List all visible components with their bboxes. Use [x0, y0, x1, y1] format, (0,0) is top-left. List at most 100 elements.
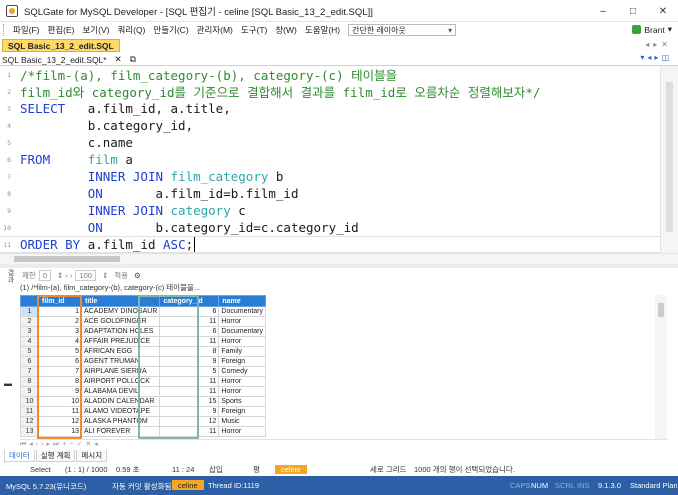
- column-header-film-id[interactable]: film_id: [38, 295, 82, 307]
- apply-button[interactable]: 적용: [114, 270, 128, 281]
- grid-vertical-scrollbar[interactable]: [655, 295, 667, 439]
- cell-name[interactable]: Horror: [218, 386, 267, 397]
- editor-line[interactable]: 1 /*film-(a), film_category-(b), category…: [0, 66, 660, 83]
- sql-editor[interactable]: 1 /*film-(a), film_category-(b), category…: [0, 66, 660, 253]
- table-row[interactable]: 3 3 ADAPTATION HOLES 6 Documentary: [20, 326, 267, 337]
- column-header-category-id[interactable]: category_id: [159, 295, 220, 307]
- new-tab-icon[interactable]: ⧉: [130, 54, 136, 65]
- cell-category-id[interactable]: 8: [159, 346, 220, 357]
- menu-help[interactable]: 도움말(H): [301, 24, 344, 36]
- cell-film-id[interactable]: 4: [38, 336, 82, 347]
- cell-name[interactable]: Music: [218, 416, 267, 427]
- cell-title[interactable]: AIRPORT POLLOCK: [80, 376, 161, 387]
- user-menu[interactable]: Brant ▾: [632, 24, 672, 35]
- page-size-input[interactable]: 100: [75, 269, 96, 281]
- table-row[interactable]: 2 2 ACE GOLDFINGER 11 Horror: [20, 316, 267, 327]
- gear-icon[interactable]: ⚙: [134, 271, 141, 280]
- menu-view[interactable]: 보기(V): [78, 24, 113, 36]
- code-text[interactable]: SELECT a.film_id, a.title,: [20, 101, 231, 116]
- code-text[interactable]: ON a.film_id=b.film_id: [20, 186, 299, 201]
- cell-title[interactable]: ACE GOLDFINGER: [80, 316, 161, 327]
- editor-line[interactable]: 9 INNER JOIN category c: [0, 202, 660, 219]
- document-tab[interactable]: SQL Basic_13_2_edit.SQL: [2, 39, 120, 52]
- row-number[interactable]: 13: [20, 426, 39, 437]
- editor-line[interactable]: 10 ON b.category_id=c.category_id: [0, 219, 660, 236]
- toolbar-grip[interactable]: [3, 24, 6, 36]
- code-text[interactable]: INNER JOIN category c: [20, 203, 246, 218]
- cell-name[interactable]: Comedy: [218, 366, 267, 377]
- code-text[interactable]: ON b.category_id=c.category_id: [20, 220, 359, 235]
- cell-title[interactable]: AGENT TRUMAN: [80, 356, 161, 367]
- table-row[interactable]: 5 5 AFRICAN EGG 8 Family: [20, 346, 267, 357]
- cell-category-id[interactable]: 15: [159, 396, 220, 407]
- cell-category-id[interactable]: 11: [159, 316, 220, 327]
- cell-title[interactable]: ALADDIN CALENDAR: [80, 396, 161, 407]
- row-number[interactable]: 9: [20, 386, 39, 397]
- tab-nav-controls[interactable]: ▾◂▸◫: [640, 53, 672, 62]
- code-text[interactable]: c.name: [20, 135, 133, 150]
- tab-execution-plan[interactable]: 실행 계획: [35, 450, 76, 462]
- code-text[interactable]: ORDER BY a.film_id ASC;: [20, 237, 196, 252]
- cell-film-id[interactable]: 8: [38, 376, 82, 387]
- menu-manager[interactable]: 관리자(M): [193, 24, 237, 36]
- row-number[interactable]: 10: [20, 396, 39, 407]
- scroll-thumb[interactable]: [666, 82, 673, 232]
- table-row[interactable]: 10 10 ALADDIN CALENDAR 15 Sports: [20, 396, 267, 407]
- row-number-header[interactable]: [20, 295, 39, 307]
- cell-film-id[interactable]: 7: [38, 366, 82, 377]
- cell-film-id[interactable]: 9: [38, 386, 82, 397]
- cell-film-id[interactable]: 10: [38, 396, 82, 407]
- cell-title[interactable]: AFRICAN EGG: [80, 346, 161, 357]
- cell-title[interactable]: AFFAIR PREJUDICE: [80, 336, 161, 347]
- cell-category-id[interactable]: 11: [159, 426, 220, 437]
- editor-line[interactable]: 8 ON a.film_id=b.film_id: [0, 185, 660, 202]
- cell-category-id[interactable]: 9: [159, 356, 220, 367]
- table-row[interactable]: 4 4 AFFAIR PREJUDICE 11 Horror: [20, 336, 267, 347]
- cell-name[interactable]: Family: [218, 346, 267, 357]
- row-number[interactable]: 5: [20, 346, 39, 357]
- editor-line[interactable]: 11 ORDER BY a.film_id ASC;: [0, 236, 660, 253]
- menu-window[interactable]: 창(W): [271, 24, 301, 36]
- cell-category-id[interactable]: 6: [159, 326, 220, 337]
- cell-title[interactable]: ALI FOREVER: [80, 426, 161, 437]
- editor-line[interactable]: 4 b.category_id,: [0, 117, 660, 134]
- limit-input[interactable]: 0: [38, 269, 51, 281]
- close-button[interactable]: ✕: [648, 0, 678, 22]
- tab-messages[interactable]: 메시지: [76, 450, 108, 462]
- cell-category-id[interactable]: 5: [159, 366, 220, 377]
- table-row[interactable]: 6 6 AGENT TRUMAN 9 Foreign: [20, 356, 267, 367]
- table-row[interactable]: 7 7 AIRPLANE SIERRA 5 Comedy: [20, 366, 267, 377]
- cell-film-id[interactable]: 5: [38, 346, 82, 357]
- cell-film-id[interactable]: 3: [38, 326, 82, 337]
- cell-name[interactable]: Horror: [218, 426, 267, 437]
- cell-title[interactable]: ADAPTATION HOLES: [80, 326, 161, 337]
- cell-name[interactable]: Documentary: [218, 326, 267, 337]
- cell-category-id[interactable]: 11: [159, 336, 220, 347]
- cell-name[interactable]: Horror: [218, 376, 267, 387]
- minimize-button[interactable]: –: [588, 0, 618, 22]
- cell-name[interactable]: Horror: [218, 316, 267, 327]
- row-number[interactable]: 7: [20, 366, 39, 377]
- cell-name[interactable]: Sports: [218, 396, 267, 407]
- scroll-thumb[interactable]: [658, 303, 664, 317]
- editor-line[interactable]: 7 INNER JOIN film_category b: [0, 168, 660, 185]
- cell-film-id[interactable]: 13: [38, 426, 82, 437]
- cell-category-id[interactable]: 11: [159, 376, 220, 387]
- cell-name[interactable]: Documentary: [218, 306, 267, 317]
- cell-film-id[interactable]: 12: [38, 416, 82, 427]
- menu-edit[interactable]: 편집(E): [44, 24, 79, 36]
- cell-name[interactable]: Foreign: [218, 406, 267, 417]
- editor-line[interactable]: 5 c.name: [0, 134, 660, 151]
- code-text[interactable]: INNER JOIN film_category b: [20, 169, 284, 184]
- stepper-icon[interactable]: ⇕: [102, 271, 108, 280]
- stepper-icon[interactable]: ⇕ ‹ ›: [57, 271, 72, 280]
- row-number[interactable]: 8: [20, 376, 39, 387]
- table-row[interactable]: 13 13 ALI FOREVER 11 Horror: [20, 426, 267, 437]
- row-number[interactable]: 3: [20, 326, 39, 337]
- cell-film-id[interactable]: 6: [38, 356, 82, 367]
- tab-close-icon[interactable]: ✕: [115, 54, 122, 65]
- row-number[interactable]: 2: [20, 316, 39, 327]
- result-grid[interactable]: film_id title category_id name 1 1 ACADEMY…: [20, 295, 655, 439]
- menu-file[interactable]: 파일(F): [9, 24, 44, 36]
- cell-category-id[interactable]: 9: [159, 406, 220, 417]
